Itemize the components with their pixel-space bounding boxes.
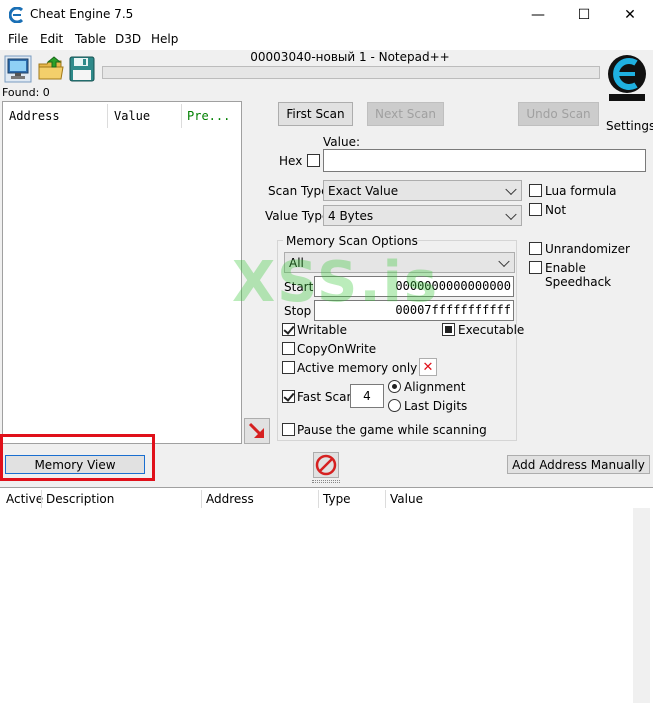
hex-checkbox[interactable]	[307, 154, 320, 167]
speedhack-checkbox[interactable]	[529, 261, 542, 274]
minimize-icon: —	[531, 7, 545, 23]
floppy-disk-icon[interactable]	[68, 55, 96, 83]
cheat-engine-app-icon	[9, 7, 24, 23]
group-border	[277, 240, 283, 241]
writable-checkbox[interactable]	[282, 323, 295, 336]
menu-table[interactable]: Table	[75, 32, 106, 46]
active-memory-checkbox[interactable]	[282, 361, 295, 374]
results-header-address[interactable]: Address	[9, 109, 60, 123]
alignment-radio[interactable]	[388, 380, 401, 393]
table-header-type[interactable]: Type	[323, 492, 351, 506]
next-scan-button[interactable]: Next Scan	[367, 102, 444, 126]
add-address-manually-button[interactable]: Add Address Manually	[507, 455, 650, 474]
fast-scan-alignment-input[interactable]: 4	[350, 384, 384, 408]
hex-label: Hex	[279, 154, 303, 168]
speedhack-label: Enable Speedhack	[545, 261, 612, 289]
maximize-button[interactable]: ☐	[561, 0, 607, 30]
scan-type-label: Scan Type	[268, 184, 329, 198]
title-bar: Cheat Engine 7.5 — ☐ ✕	[0, 0, 653, 30]
results-header-value[interactable]: Value	[114, 109, 150, 123]
address-table[interactable]: Active Description Address Type Value	[0, 487, 653, 703]
menu-d3d[interactable]: D3D	[115, 32, 141, 46]
splitter-handle[interactable]	[312, 480, 340, 483]
value-input[interactable]	[323, 149, 646, 172]
vertical-scrollbar[interactable]	[633, 508, 650, 703]
unrandomizer-label: Unrandomizer	[545, 242, 630, 256]
window-title: Cheat Engine 7.5	[30, 7, 134, 21]
close-icon: ✕	[422, 359, 434, 375]
value-type-value: 4 Bytes	[328, 208, 374, 223]
last-digits-radio[interactable]	[388, 399, 401, 412]
fast-scan-checkbox[interactable]	[282, 390, 295, 403]
pause-game-checkbox[interactable]	[282, 423, 295, 436]
chevron-down-icon	[498, 255, 510, 267]
column-divider	[318, 490, 319, 508]
menu-file[interactable]: File	[8, 32, 28, 46]
copy-on-write-label: CopyOnWrite	[297, 342, 377, 356]
copy-on-write-checkbox[interactable]	[282, 342, 295, 355]
table-header-active[interactable]: Active	[6, 492, 43, 506]
column-divider	[41, 490, 42, 508]
watermark: XSS.is	[232, 250, 440, 315]
minimize-button[interactable]: —	[515, 0, 561, 30]
column-divider	[181, 104, 182, 128]
column-divider	[385, 490, 386, 508]
found-count: Found: 0	[2, 86, 50, 99]
memory-scan-options-label: Memory Scan Options	[286, 234, 418, 248]
lua-formula-checkbox[interactable]	[529, 184, 542, 197]
writable-label: Writable	[297, 323, 347, 337]
value-type-select[interactable]: 4 Bytes	[323, 205, 522, 226]
add-to-list-arrow-icon[interactable]	[244, 418, 270, 444]
column-divider	[107, 104, 108, 128]
group-border	[406, 240, 517, 241]
computer-icon[interactable]	[4, 55, 32, 83]
pause-game-label: Pause the game while scanning	[297, 423, 487, 437]
not-label: Not	[545, 203, 567, 217]
chevron-down-icon	[505, 183, 517, 195]
scan-type-value: Exact Value	[328, 183, 399, 198]
process-title: 00003040-новый 1 - Notepad++	[250, 50, 450, 64]
stop-scan-icon[interactable]	[313, 452, 339, 478]
table-header-address[interactable]: Address	[206, 492, 254, 506]
executable-label: Executable	[458, 323, 525, 337]
executable-checkbox[interactable]	[442, 323, 455, 336]
close-icon: ✕	[624, 7, 636, 23]
column-divider	[201, 490, 202, 508]
menu-help[interactable]: Help	[151, 32, 178, 46]
not-checkbox[interactable]	[529, 203, 542, 216]
maximize-icon: ☐	[577, 7, 591, 23]
clear-active-memory-button[interactable]: ✕	[419, 358, 437, 376]
chevron-down-icon	[505, 208, 517, 220]
menu-edit[interactable]: Edit	[40, 32, 63, 46]
alignment-label: Alignment	[404, 380, 466, 394]
close-button[interactable]: ✕	[607, 0, 653, 30]
active-memory-label: Active memory only	[297, 361, 418, 375]
value-label: Value:	[323, 135, 360, 149]
results-header-previous[interactable]: Pre...	[187, 109, 230, 123]
table-header-description[interactable]: Description	[46, 492, 114, 506]
last-digits-label: Last Digits	[404, 399, 468, 413]
value-type-label: Value Type	[265, 209, 330, 223]
scan-progress-bar	[102, 66, 600, 79]
fast-scan-label: Fast Scan	[297, 390, 355, 404]
lua-formula-label: Lua formula	[545, 184, 617, 198]
folder-icon[interactable]	[37, 55, 65, 83]
undo-scan-button[interactable]: Undo Scan	[518, 102, 599, 126]
first-scan-button[interactable]: First Scan	[278, 102, 353, 126]
unrandomizer-checkbox[interactable]	[529, 242, 542, 255]
table-header-value[interactable]: Value	[390, 492, 423, 506]
scan-type-select[interactable]: Exact Value	[323, 180, 522, 201]
scan-results-list[interactable]: Address Value Pre...	[2, 101, 242, 444]
highlight-box	[0, 434, 155, 481]
settings-label[interactable]: Settings	[606, 119, 653, 133]
cheat-engine-logo[interactable]	[605, 52, 649, 104]
